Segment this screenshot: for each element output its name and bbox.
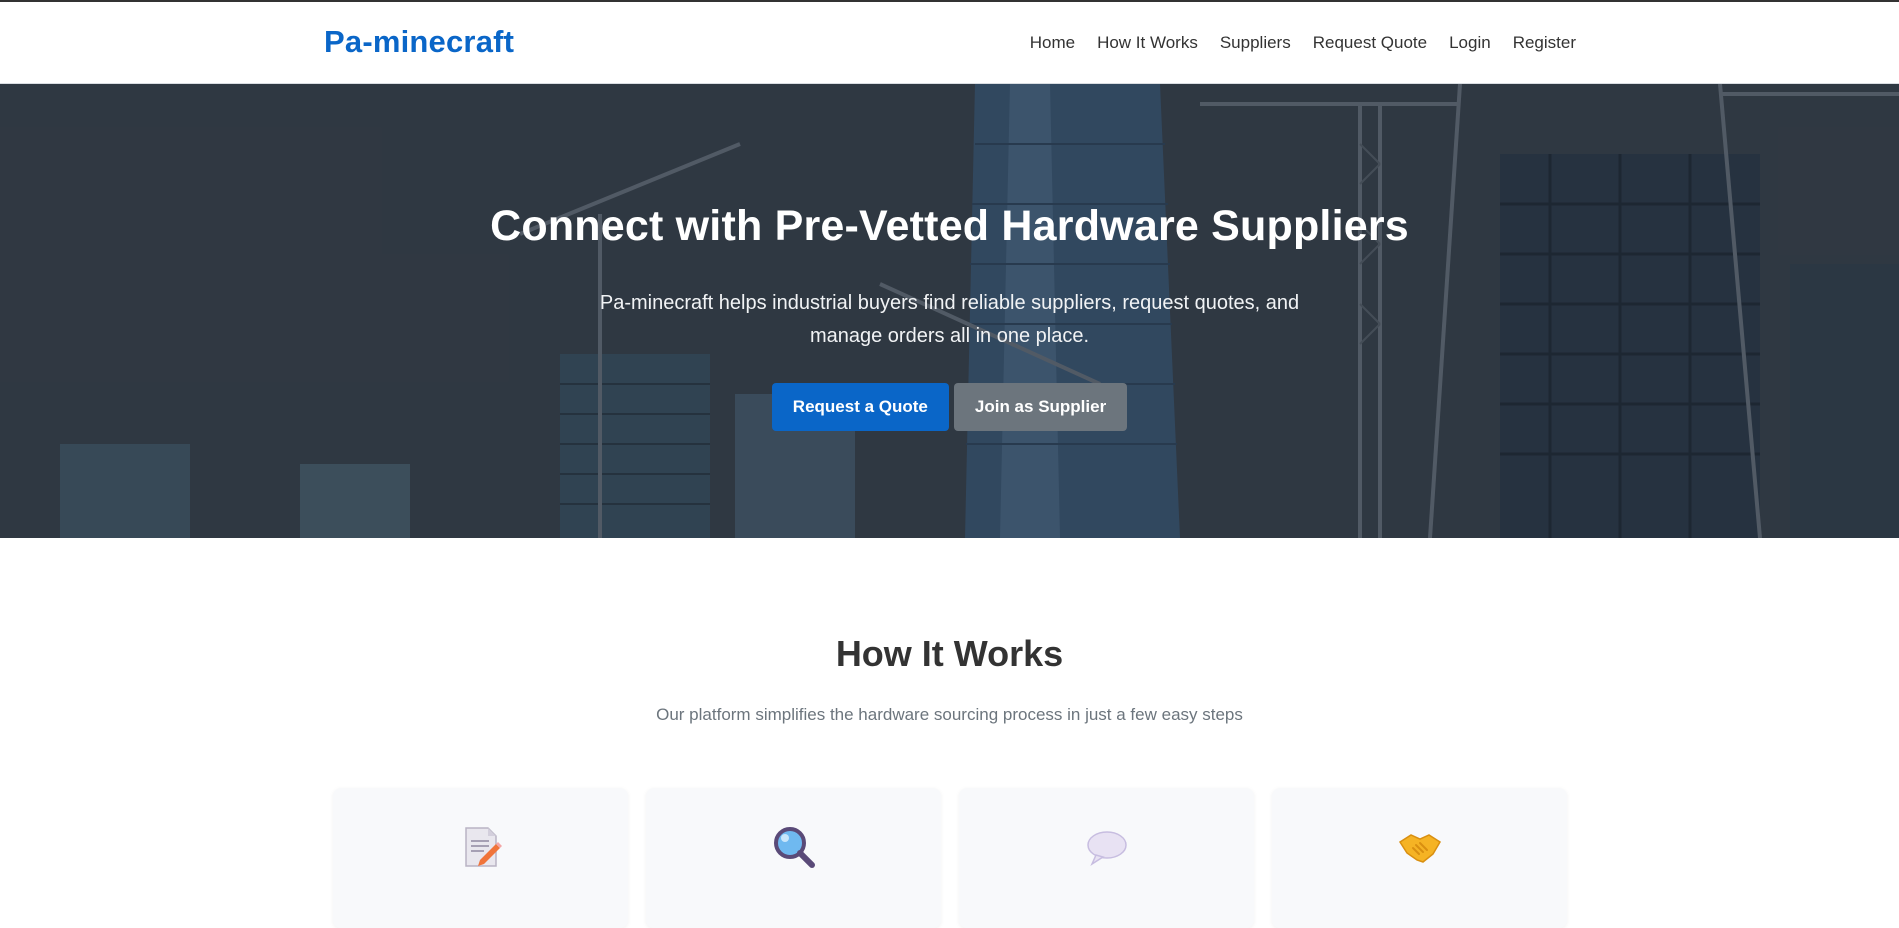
nav-link-how-it-works[interactable]: How It Works [1097, 33, 1198, 52]
nav-item-how-it-works: How It Works [1097, 33, 1198, 53]
nav-link-request-quote[interactable]: Request Quote [1313, 33, 1427, 52]
hero-section: Connect with Pre-Vetted Hardware Supplie… [0, 84, 1899, 538]
step-card [333, 788, 628, 928]
steps-cards [333, 788, 1567, 928]
nav-link-login[interactable]: Login [1449, 33, 1491, 52]
section-title: How It Works [835, 633, 1064, 674]
magnifier-icon [773, 827, 815, 868]
nav-link-home[interactable]: Home [1030, 33, 1075, 52]
request-quote-button[interactable]: Request a Quote [771, 383, 949, 431]
nav-item-register: Register [1513, 33, 1576, 53]
step-card [646, 788, 941, 928]
navbar: Pa-minecraft Home How It Works Suppliers… [0, 2, 1899, 84]
nav-item-home: Home [1030, 33, 1075, 53]
main-nav: Home How It Works Suppliers Request Quot… [1030, 33, 1576, 53]
hero-title: Connect with Pre-Vetted Hardware Supplie… [490, 202, 1409, 250]
how-it-works-section: How It Works Our platform simplifies the… [0, 538, 1899, 725]
speech-bubble-icon [1086, 831, 1127, 866]
nav-item-request-quote: Request Quote [1313, 33, 1427, 53]
step-card [1272, 788, 1567, 928]
hero-buttons: Request a Quote Join as Supplier [0, 383, 1899, 431]
brand-logo[interactable]: Pa-minecraft [324, 24, 514, 60]
nav-link-register[interactable]: Register [1513, 33, 1576, 52]
hero-content: Connect with Pre-Vetted Hardware Supplie… [0, 202, 1899, 431]
hero-subtitle: Pa-minecraft helps industrial buyers fin… [599, 292, 1300, 347]
handshake-icon [1398, 834, 1441, 863]
memo-icon [464, 827, 502, 867]
join-supplier-button[interactable]: Join as Supplier [953, 383, 1128, 431]
nav-item-login: Login [1449, 33, 1491, 53]
step-card [959, 788, 1254, 928]
section-subtitle: Our platform simplifies the hardware sou… [656, 705, 1243, 724]
nav-link-suppliers[interactable]: Suppliers [1220, 33, 1291, 52]
nav-item-suppliers: Suppliers [1220, 33, 1291, 53]
